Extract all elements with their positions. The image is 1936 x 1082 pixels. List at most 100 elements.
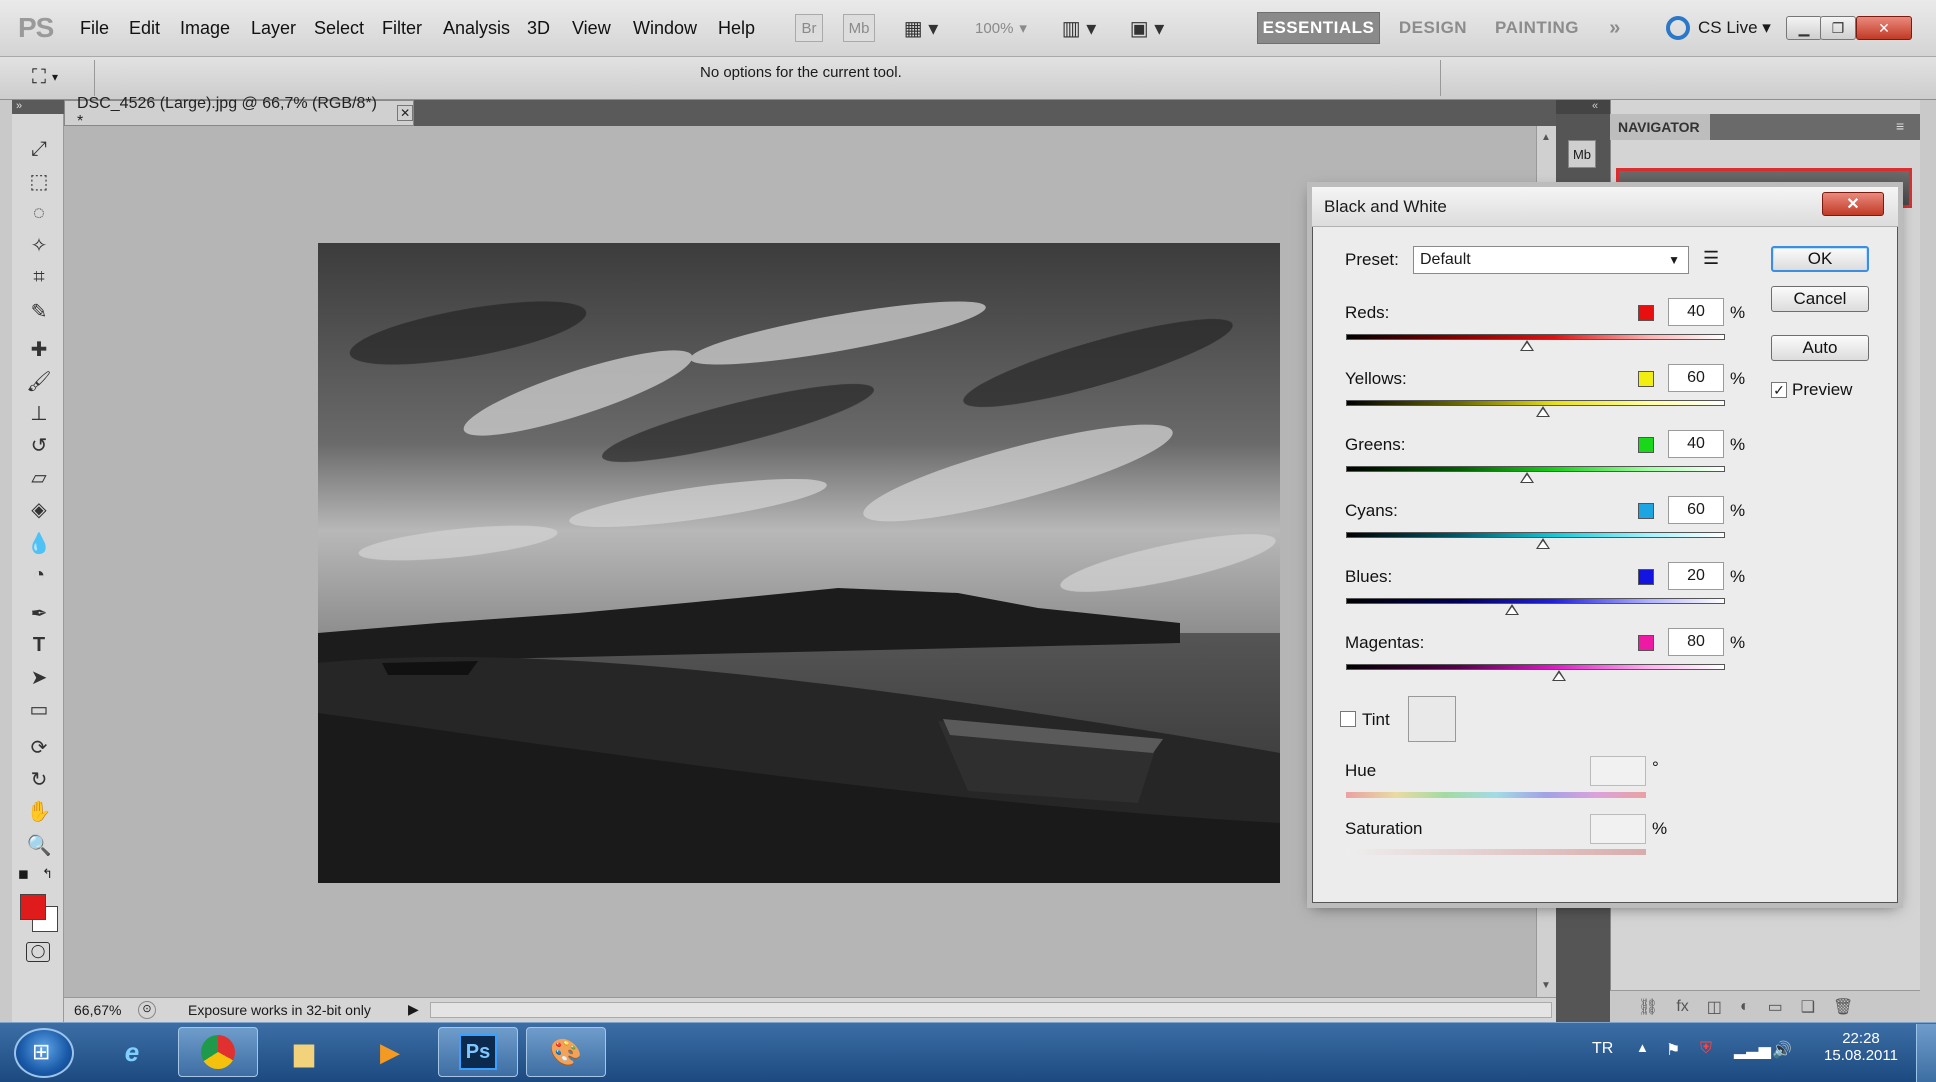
dodge-tool-icon[interactable]: ◔ <box>24 562 54 588</box>
bridge-button[interactable]: Br <box>795 14 823 42</box>
yellows-value-input[interactable]: 60 <box>1668 364 1724 392</box>
reds-slider-thumb[interactable] <box>1520 340 1534 351</box>
swap-colors-icon[interactable]: ↰ <box>42 866 58 882</box>
blues-slider-track[interactable] <box>1346 598 1725 604</box>
crop-tool-icon[interactable]: ⌗ <box>24 264 54 290</box>
trash-icon[interactable]: 🗑 <box>1833 997 1853 1017</box>
taskbar-internet-explorer[interactable]: e <box>92 1027 172 1077</box>
menu-3d[interactable]: 3D <box>527 18 550 39</box>
tools-collapse-icon[interactable]: » <box>12 100 64 114</box>
quick-selection-tool-icon[interactable]: ✧ <box>24 232 54 258</box>
menu-analysis[interactable]: Analysis <box>443 18 510 39</box>
mini-bridge-button[interactable]: Mb <box>843 14 875 42</box>
close-document-icon[interactable]: ✕ <box>397 105 413 121</box>
start-button[interactable]: ⊞ <box>14 1028 74 1078</box>
status-info-icon[interactable]: ⊙ <box>138 1001 156 1019</box>
preset-options-icon[interactable]: ☰ <box>1703 248 1719 269</box>
menu-select[interactable]: Select <box>314 18 364 39</box>
blues-slider-thumb[interactable] <box>1505 604 1519 615</box>
tool-preset-picker[interactable]: ⛶ ▾ <box>32 62 92 92</box>
dialog-title-bar[interactable]: Black and White <box>1312 187 1898 227</box>
hue-value-input[interactable] <box>1590 756 1646 786</box>
default-colors-icon[interactable]: ◼ <box>18 866 34 882</box>
clone-stamp-tool-icon[interactable]: ⊥ <box>24 400 54 426</box>
taskbar-media-player[interactable]: ▶ <box>350 1027 430 1077</box>
blur-tool-icon[interactable]: 💧 <box>24 530 54 556</box>
workspace-painting[interactable]: PAINTING <box>1488 12 1586 44</box>
healing-brush-tool-icon[interactable]: ✚ <box>24 336 54 362</box>
history-brush-tool-icon[interactable]: ↺ <box>24 432 54 458</box>
fx-icon[interactable]: fx <box>1676 998 1688 1016</box>
saturation-value-input[interactable] <box>1590 814 1646 844</box>
more-workspaces-icon[interactable]: » <box>1600 12 1630 44</box>
new-layer-icon[interactable]: ❑ <box>1801 997 1815 1017</box>
menu-help[interactable]: Help <box>718 18 755 39</box>
show-hidden-icons[interactable]: ▲ <box>1636 1040 1649 1055</box>
reds-slider-track[interactable] <box>1346 334 1725 340</box>
greens-slider-track[interactable] <box>1346 466 1725 472</box>
marquee-tool-icon[interactable]: ⬚ <box>24 168 54 194</box>
workspace-essentials[interactable]: ESSENTIALS <box>1257 12 1380 44</box>
paint-bucket-tool-icon[interactable]: ◈ <box>24 496 54 522</box>
blues-value-input[interactable]: 20 <box>1668 562 1724 590</box>
greens-slider-thumb[interactable] <box>1520 472 1534 483</box>
foreground-color-swatch[interactable] <box>20 894 46 920</box>
reds-value-input[interactable]: 40 <box>1668 298 1724 326</box>
3d-rotate-tool-icon[interactable]: ⟳ <box>24 734 54 760</box>
panel-menu-icon[interactable]: ≡ <box>1896 118 1904 134</box>
restore-button[interactable]: ❐ <box>1820 16 1856 40</box>
cyans-slider-thumb[interactable] <box>1536 538 1550 549</box>
link-icon[interactable]: ⛓ <box>1638 997 1658 1017</box>
tint-checkbox[interactable] <box>1340 711 1356 727</box>
close-window-button[interactable]: ✕ <box>1856 16 1912 40</box>
language-indicator[interactable]: TR <box>1592 1040 1613 1058</box>
adjustment-icon[interactable]: ◐ <box>1740 998 1750 1016</box>
taskbar-photoshop[interactable]: Ps <box>438 1027 518 1077</box>
type-tool-icon[interactable]: T <box>24 632 54 658</box>
hue-slider-track[interactable] <box>1346 792 1646 798</box>
zoom-level-dropdown[interactable]: 100% ▾ <box>966 14 1036 42</box>
cyans-value-input[interactable]: 60 <box>1668 496 1724 524</box>
show-desktop-button[interactable] <box>1916 1024 1936 1082</box>
horizontal-scrollbar[interactable] <box>430 1002 1552 1018</box>
arrange-documents-button[interactable]: ▥ ▾ <box>1054 14 1104 42</box>
minimize-button[interactable]: ▁ <box>1786 16 1822 40</box>
magentas-slider-track[interactable] <box>1346 664 1725 670</box>
workspace-design[interactable]: DESIGN <box>1392 12 1474 44</box>
magentas-value-input[interactable]: 80 <box>1668 628 1724 656</box>
menu-window[interactable]: Window <box>633 18 697 39</box>
mini-bridge-panel-icon[interactable]: Mb <box>1568 140 1596 168</box>
extras-button[interactable]: ▦ ▾ <box>896 14 946 42</box>
action-center-icon[interactable]: ⚑ <box>1666 1040 1680 1060</box>
auto-button[interactable]: Auto <box>1771 335 1869 361</box>
taskbar-clock[interactable]: 22:28 15.08.2011 <box>1816 1030 1906 1064</box>
cancel-button[interactable]: Cancel <box>1771 286 1869 312</box>
network-icon[interactable]: ▂▃▅ <box>1734 1040 1771 1060</box>
path-selection-tool-icon[interactable]: ➤ <box>24 664 54 690</box>
tint-color-swatch[interactable] <box>1408 696 1456 742</box>
taskbar-chrome[interactable] <box>178 1027 258 1077</box>
yellows-slider-thumb[interactable] <box>1536 406 1550 417</box>
rectangle-tool-icon[interactable]: ▭ <box>24 696 54 722</box>
volume-icon[interactable]: 🔊 <box>1772 1040 1792 1060</box>
ok-button[interactable]: OK <box>1771 246 1869 272</box>
saturation-slider-track[interactable] <box>1346 849 1646 855</box>
cs-live-menu[interactable]: CS Live ▾ <box>1698 18 1771 38</box>
scroll-up-icon[interactable]: ▲ <box>1541 132 1551 143</box>
status-zoom[interactable]: 66,67% <box>74 1002 121 1018</box>
magentas-slider-thumb[interactable] <box>1552 670 1566 681</box>
eyedropper-tool-icon[interactable]: ✎ <box>24 298 54 324</box>
menu-edit[interactable]: Edit <box>129 18 160 39</box>
3d-orbit-tool-icon[interactable]: ↻ <box>24 766 54 792</box>
greens-value-input[interactable]: 40 <box>1668 430 1724 458</box>
move-tool-icon[interactable]: ⤢ <box>24 136 54 162</box>
folder-icon[interactable]: ▭ <box>1768 997 1783 1017</box>
preset-dropdown[interactable]: Default ▼ <box>1413 246 1689 274</box>
pen-tool-icon[interactable]: ✒ <box>24 600 54 626</box>
quick-mask-icon[interactable]: ◯ <box>26 942 50 962</box>
image-canvas[interactable] <box>318 243 1280 883</box>
document-tab[interactable]: DSC_4526 (Large).jpg @ 66,7% (RGB/8*) * … <box>64 95 414 130</box>
taskbar-paint[interactable]: 🎨 <box>526 1027 606 1077</box>
navigator-tab[interactable]: NAVIGATOR <box>1610 114 1710 140</box>
brush-tool-icon[interactable]: 🖌 <box>24 368 54 394</box>
